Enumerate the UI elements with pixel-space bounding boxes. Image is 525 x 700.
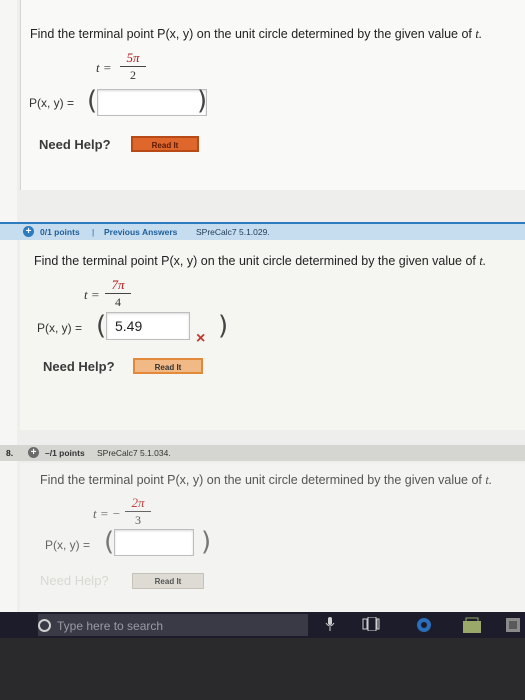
- answer-input[interactable]: 5.49: [106, 312, 190, 340]
- question-3-prompt: Find the terminal point P(x, y) on the u…: [40, 473, 492, 487]
- plus-icon[interactable]: +: [28, 447, 39, 458]
- question-1-prompt: Find the terminal point P(x, y) on the u…: [30, 27, 482, 41]
- question-number: 8.: [6, 448, 14, 458]
- t-label: t = −: [93, 506, 121, 521]
- question-3-header: 8. + –/1 points SPreCalc7 5.1.034.: [0, 445, 525, 461]
- incorrect-icon: ×: [196, 330, 206, 347]
- close-paren: ): [201, 527, 212, 557]
- header-separator: |: [92, 227, 95, 237]
- search-placeholder: Type here to search: [57, 619, 164, 633]
- close-paren: ): [197, 86, 208, 116]
- app-icon[interactable]: [505, 617, 521, 638]
- microphone-icon[interactable]: [325, 617, 335, 636]
- store-icon[interactable]: [462, 617, 482, 638]
- cortana-icon[interactable]: [38, 619, 51, 632]
- need-help-label: Need Help?: [39, 137, 111, 152]
- point-label: P(x, y) =: [45, 538, 91, 552]
- open-paren: (: [104, 527, 115, 557]
- question-2-prompt: Find the terminal point P(x, y) on the u…: [34, 254, 486, 268]
- score-label: 0/1 points: [40, 227, 80, 237]
- score-label: –/1 points: [45, 448, 85, 458]
- read-it-button[interactable]: Read It: [132, 573, 204, 589]
- t-label: t =: [84, 287, 100, 302]
- edge-browser-icon[interactable]: [415, 617, 433, 638]
- need-help-label: Need Help?: [43, 359, 115, 374]
- webassign-page: Find the terminal point P(x, y) on the u…: [0, 0, 525, 612]
- question-1-card: Find the terminal point P(x, y) on the u…: [20, 0, 525, 190]
- source-label: SPreCalc7 5.1.034.: [97, 448, 171, 458]
- question-3-card: Find the terminal point P(x, y) on the u…: [20, 463, 525, 612]
- question-2-header: + 0/1 points | Previous Answers SPreCalc…: [0, 222, 525, 240]
- plus-icon[interactable]: +: [23, 226, 34, 237]
- previous-answers-link[interactable]: Previous Answers: [104, 227, 177, 237]
- open-paren: (: [87, 86, 98, 116]
- read-it-button[interactable]: Read It: [133, 358, 203, 374]
- left-margin: [0, 0, 17, 612]
- read-it-button[interactable]: Read It: [131, 136, 199, 152]
- point-label: P(x, y) =: [29, 96, 75, 110]
- close-paren: ): [218, 311, 229, 341]
- windows-taskbar: Type here to search: [0, 612, 525, 638]
- task-view-icon[interactable]: [362, 616, 380, 636]
- answer-input[interactable]: [97, 89, 207, 116]
- open-paren: (: [96, 311, 107, 341]
- need-help-label: Need Help?: [40, 573, 109, 588]
- answer-input[interactable]: [114, 529, 194, 556]
- source-label: SPreCalc7 5.1.029.: [196, 227, 270, 237]
- t-label: t =: [96, 60, 112, 75]
- point-label: P(x, y) =: [37, 321, 83, 335]
- taskbar-search-box[interactable]: Type here to search: [38, 614, 308, 636]
- question-2-card: Find the terminal point P(x, y) on the u…: [20, 240, 525, 430]
